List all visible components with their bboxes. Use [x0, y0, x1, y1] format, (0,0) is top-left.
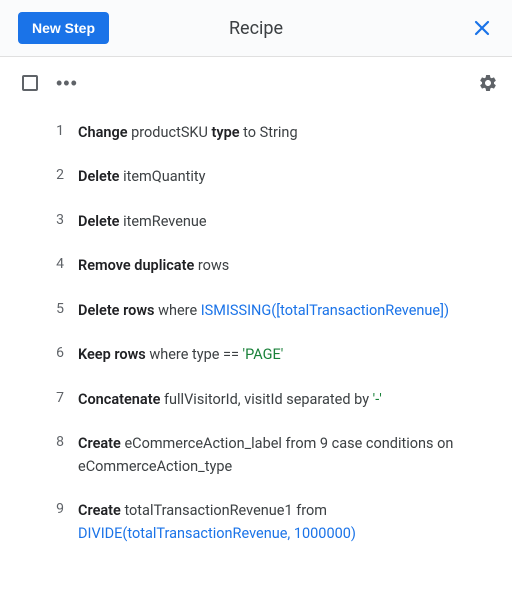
new-step-button[interactable]: New Step: [18, 12, 109, 44]
step-text-part: '-': [373, 391, 382, 408]
step-text-part: totalTransactionRevenue1 from: [124, 502, 327, 519]
step-text-part: type: [212, 124, 244, 141]
step-text-part: where: [158, 302, 201, 319]
step-text-part: ISMISSING: [201, 302, 272, 319]
more-menu-button[interactable]: •••: [56, 74, 78, 92]
step-text-part: fullVisitorId, visitId separated by: [164, 391, 373, 408]
step-description: Delete rows where ISMISSING([totalTransa…: [78, 300, 496, 322]
step-text-part: Delete: [78, 213, 123, 230]
step-description: Keep rows where type == 'PAGE': [78, 344, 496, 366]
step-description: Delete itemQuantity: [78, 166, 496, 188]
more-horizontal-icon: •••: [56, 73, 78, 93]
step-text-part: (totalTransactionRevenue, 1000000): [122, 525, 356, 542]
recipe-step[interactable]: 3Delete itemRevenue: [0, 200, 496, 244]
recipe-steps-list: 1Change productSKU type to String2Delete…: [0, 105, 512, 556]
step-description: Delete itemRevenue: [78, 211, 496, 233]
toolbar: •••: [0, 57, 512, 105]
recipe-step[interactable]: 9Create totalTransactionRevenue1 from DI…: [0, 489, 496, 556]
step-number: 3: [0, 211, 78, 228]
header: New Step Recipe: [0, 0, 512, 57]
step-number: 7: [0, 389, 78, 406]
step-description: Create eCommerceAction_label from 9 case…: [78, 433, 496, 478]
step-text-part: where type ==: [149, 346, 242, 363]
step-text-part: Remove duplicate: [78, 257, 198, 274]
step-text-part: ([totalTransactionRevenue]): [271, 302, 449, 319]
step-text-part: itemQuantity: [123, 168, 205, 185]
recipe-step[interactable]: 1Change productSKU type to String: [0, 111, 496, 155]
step-text-part: Change: [78, 124, 131, 141]
step-text-part: 'PAGE': [243, 346, 284, 363]
settings-button[interactable]: [478, 73, 498, 93]
step-text-part: Delete rows: [78, 302, 158, 319]
step-number: 4: [0, 255, 78, 272]
recipe-step[interactable]: 2Delete itemQuantity: [0, 155, 496, 199]
step-text-part: Keep rows: [78, 346, 149, 363]
step-text-part: Create: [78, 435, 124, 452]
recipe-step[interactable]: 6Keep rows where type == 'PAGE': [0, 333, 496, 377]
step-text-part: DIVIDE: [78, 525, 122, 542]
step-description: Change productSKU type to String: [78, 122, 496, 144]
select-all-checkbox[interactable]: [22, 75, 38, 91]
step-text-part: eCommerceAction_label from 9 case condit…: [78, 435, 453, 474]
step-number: 1: [0, 122, 78, 139]
step-number: 5: [0, 300, 78, 317]
step-description: Create totalTransactionRevenue1 from DIV…: [78, 500, 496, 545]
step-number: 6: [0, 344, 78, 361]
recipe-step[interactable]: 7Concatenate fullVisitorId, visitId sepa…: [0, 378, 496, 422]
step-text-part: rows: [198, 257, 229, 274]
step-text-part: to String: [243, 124, 297, 141]
step-text-part: Concatenate: [78, 391, 164, 408]
step-number: 2: [0, 166, 78, 183]
step-description: Remove duplicate rows: [78, 255, 496, 277]
step-number: 9: [0, 500, 78, 517]
gear-icon: [478, 73, 498, 93]
recipe-step[interactable]: 5Delete rows where ISMISSING([totalTrans…: [0, 289, 496, 333]
step-text-part: itemRevenue: [123, 213, 207, 230]
close-button[interactable]: [468, 14, 496, 42]
step-description: Concatenate fullVisitorId, visitId separ…: [78, 389, 496, 411]
recipe-step[interactable]: 8Create eCommerceAction_label from 9 cas…: [0, 422, 496, 489]
step-number: 8: [0, 433, 78, 450]
step-text-part: productSKU: [131, 124, 211, 141]
step-text-part: Create: [78, 502, 124, 519]
close-icon: [473, 19, 491, 37]
step-text-part: Delete: [78, 168, 123, 185]
recipe-step[interactable]: 4Remove duplicate rows: [0, 244, 496, 288]
